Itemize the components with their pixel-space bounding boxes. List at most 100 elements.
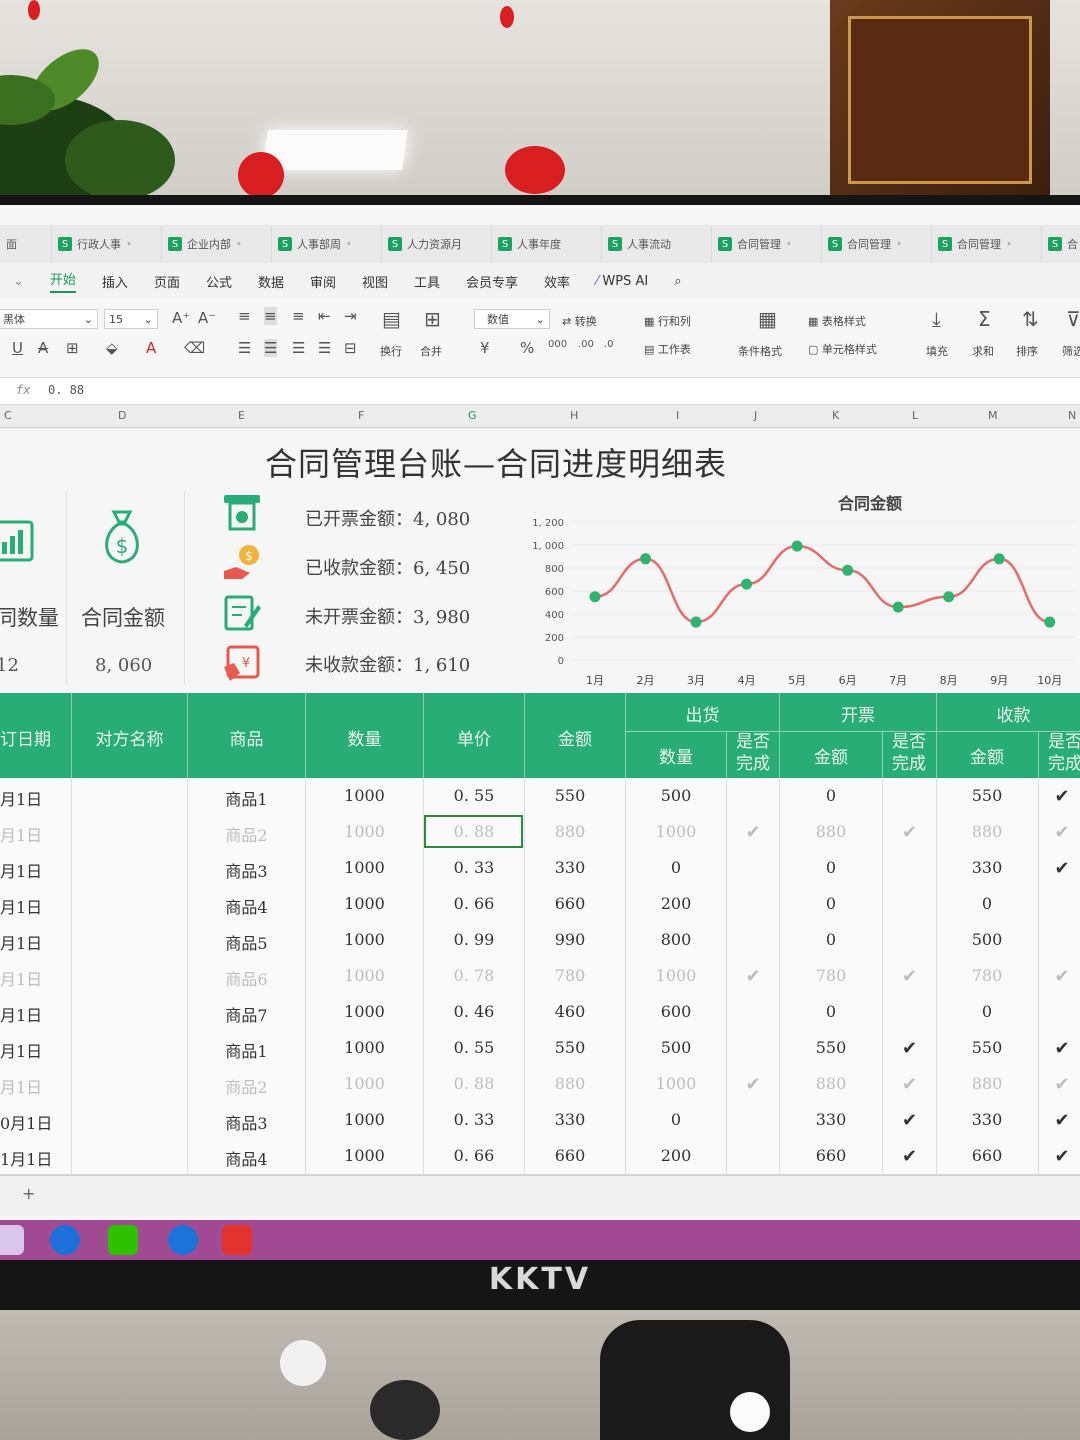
cell-receipt-amount[interactable]: 550 <box>937 1038 1037 1057</box>
cell-ship-done[interactable]: ✔ <box>727 966 779 987</box>
indent-decrease-icon[interactable]: ⇤ <box>318 307 331 325</box>
table-row[interactable]: 0月1日 商品3 1000 0. 33 330 0 330 ✔ 330 ✔ <box>0 1102 1080 1139</box>
align-middle-icon[interactable]: ≡ <box>264 307 277 325</box>
cell-product[interactable]: 商品1 <box>188 1038 305 1062</box>
doc-tab[interactable]: S 人事流动 <box>602 225 712 263</box>
align-bottom-icon[interactable]: ≡ <box>292 307 305 325</box>
cell-receipt-done[interactable]: ✔ <box>1039 858 1080 879</box>
doc-tab[interactable]: S 企业内部 • <box>162 225 272 263</box>
cell-receipt-done[interactable]: ✔ <box>1039 822 1080 843</box>
decimal-decrease-icon[interactable]: .0 <box>604 339 614 350</box>
cell-ship-done[interactable]: ✔ <box>727 822 779 843</box>
column-letter[interactable]: F <box>358 409 364 422</box>
cell-ship-qty[interactable]: 1000 <box>626 966 726 985</box>
cell-invoice-done[interactable]: ✔ <box>883 1146 936 1167</box>
cell-amount[interactable]: 880 <box>525 822 615 841</box>
cell-price[interactable]: 0. 99 <box>424 930 524 949</box>
cell-ship-done[interactable]: ✔ <box>727 1074 779 1095</box>
cell-qty[interactable]: 1000 <box>306 894 423 913</box>
cell-product[interactable]: 商品4 <box>188 1146 305 1170</box>
cell-receipt-amount[interactable]: 880 <box>937 1074 1037 1093</box>
decrease-font-icon[interactable]: A⁻ <box>198 309 216 327</box>
thousands-icon[interactable]: 000 <box>548 339 567 350</box>
fx-icon[interactable]: fx <box>16 383 30 397</box>
fill-button[interactable]: 填充 <box>926 343 948 359</box>
cell-qty[interactable]: 1000 <box>306 966 423 985</box>
browser-icon[interactable] <box>168 1225 198 1255</box>
column-letter[interactable]: N <box>1068 409 1076 422</box>
font-size-select[interactable]: 15 ⌄ <box>104 309 158 329</box>
cell-receipt-amount[interactable]: 550 <box>937 786 1037 805</box>
cell-product[interactable]: 商品2 <box>188 1074 305 1098</box>
cell-amount[interactable]: 880 <box>525 1074 615 1093</box>
cell-receipt-amount[interactable]: 660 <box>937 1146 1037 1165</box>
cell-amount[interactable]: 660 <box>525 1146 615 1165</box>
cell-invoice-done[interactable]: ✔ <box>883 1038 936 1059</box>
menu-formula[interactable]: 公式 <box>206 272 232 291</box>
close-icon[interactable]: • <box>346 239 352 250</box>
menu-member[interactable]: 会员专享 <box>466 272 518 291</box>
doc-tab[interactable]: S 合同管理 • <box>932 225 1042 263</box>
cell-qty[interactable]: 1000 <box>306 786 423 805</box>
wechat-icon[interactable] <box>108 1225 138 1255</box>
merge-button[interactable]: 合并 <box>420 343 442 359</box>
cell-invoice-amount[interactable]: 880 <box>780 1074 882 1093</box>
cell-amount[interactable]: 330 <box>525 858 615 877</box>
cond-format-button[interactable]: 条件格式 <box>738 343 782 359</box>
search-icon[interactable]: ⌕ <box>674 274 681 289</box>
data-point[interactable] <box>640 553 652 565</box>
doc-tab[interactable]: S 人力资源月 <box>382 225 492 263</box>
row-col-button[interactable]: ▦ 行和列 <box>644 313 691 329</box>
table-row[interactable]: 月1日 商品1 1000 0. 55 550 500 0 550 ✔ <box>0 778 1080 815</box>
table-row[interactable]: 月1日 商品7 1000 0. 46 460 600 0 0 <box>0 994 1080 1031</box>
column-letter[interactable]: H <box>570 409 578 422</box>
cell-product[interactable]: 商品1 <box>188 786 305 810</box>
data-point[interactable] <box>842 564 854 576</box>
cell-invoice-done[interactable]: ✔ <box>883 1074 936 1095</box>
cell-price[interactable]: 0. 55 <box>424 786 524 805</box>
table-row[interactable]: 月1日 商品5 1000 0. 99 990 800 0 500 <box>0 922 1080 959</box>
convert-button[interactable]: ⇄ 转换 <box>562 313 597 329</box>
cell-date[interactable]: 月1日 <box>0 966 70 990</box>
fill-icon[interactable]: ⤓ <box>932 307 941 331</box>
wps-ai-button[interactable]: ⁄ WPS AI <box>596 274 648 289</box>
table-row[interactable]: 月1日 商品1 1000 0. 55 550 500 550 ✔ 550 ✔ <box>0 1030 1080 1067</box>
doc-tab[interactable]: S合 <box>1042 225 1080 263</box>
distribute-icon[interactable]: ⊟ <box>344 339 357 357</box>
data-point[interactable] <box>589 591 601 603</box>
cell-receipt-amount[interactable]: 330 <box>937 858 1037 877</box>
cell-ship-qty[interactable]: 800 <box>626 930 726 949</box>
align-top-icon[interactable]: ≡ <box>238 307 251 325</box>
table-style-button[interactable]: ▦ 表格样式 <box>808 313 866 329</box>
cell-amount[interactable]: 550 <box>525 786 615 805</box>
cell-ship-qty[interactable]: 200 <box>626 1146 726 1165</box>
data-point[interactable] <box>690 616 702 628</box>
wrap-button[interactable]: 换行 <box>380 343 402 359</box>
cell-receipt-amount[interactable]: 780 <box>937 966 1037 985</box>
table-row[interactable]: 月1日 商品6 1000 0. 78 780 1000 ✔ 780 ✔ 780 ✔ <box>0 958 1080 995</box>
menu-insert[interactable]: 插入 <box>102 272 128 291</box>
cell-style-button[interactable]: ▢ 单元格样式 <box>808 341 877 357</box>
cell-invoice-done[interactable]: ✔ <box>883 1110 936 1131</box>
cell-date[interactable]: 月1日 <box>0 858 70 882</box>
cell-product[interactable]: 商品7 <box>188 1002 305 1026</box>
cell-receipt-done[interactable]: ✔ <box>1039 1074 1080 1095</box>
cell-qty[interactable]: 1000 <box>306 858 423 877</box>
cell-receipt-amount[interactable]: 500 <box>937 930 1037 949</box>
indent-increase-icon[interactable]: ⇥ <box>344 307 357 325</box>
cell-date[interactable]: 月1日 <box>0 822 70 846</box>
cell-invoice-amount[interactable]: 0 <box>780 930 882 949</box>
menu-data[interactable]: 数据 <box>258 272 284 291</box>
cell-invoice-amount[interactable]: 0 <box>780 858 882 877</box>
cell-product[interactable]: 商品2 <box>188 822 305 846</box>
cell-qty[interactable]: 1000 <box>306 930 423 949</box>
cell-receipt-done[interactable]: ✔ <box>1039 1110 1080 1131</box>
column-letter[interactable]: K <box>832 409 839 422</box>
data-point[interactable] <box>741 578 753 590</box>
align-center-icon[interactable]: ☰ <box>264 339 278 357</box>
data-point[interactable] <box>892 601 904 613</box>
sort-icon[interactable]: ⇅ <box>1022 307 1039 331</box>
cell-qty[interactable]: 1000 <box>306 1038 423 1057</box>
cell-invoice-amount[interactable]: 0 <box>780 894 882 913</box>
cell-ship-qty[interactable]: 0 <box>626 1110 726 1129</box>
